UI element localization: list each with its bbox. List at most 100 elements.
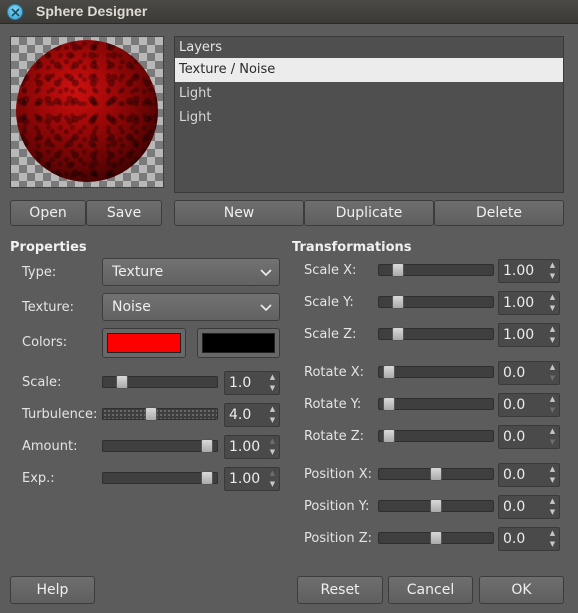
scale-slider[interactable] bbox=[102, 375, 218, 389]
arrow-down-icon[interactable]: ▼ bbox=[546, 271, 559, 282]
arrow-down-icon[interactable]: ▼ bbox=[546, 405, 559, 416]
arrow-down-icon[interactable]: ▼ bbox=[546, 475, 559, 486]
slider-thumb[interactable] bbox=[430, 531, 442, 545]
arrow-up-icon[interactable]: ▲ bbox=[546, 464, 559, 475]
slider-thumb[interactable] bbox=[392, 295, 405, 309]
arrow-down-icon[interactable]: ▼ bbox=[266, 479, 279, 490]
amount-spinbox[interactable]: 1.00 ▲ ▼ bbox=[224, 435, 280, 459]
open-button[interactable]: Open bbox=[10, 200, 86, 226]
rotate-x-label: Rotate X: bbox=[304, 365, 364, 380]
arrow-up-icon[interactable]: ▲ bbox=[546, 362, 559, 373]
arrow-up-icon[interactable]: ▲ bbox=[546, 496, 559, 507]
turbulence-spinbox[interactable]: 4.0 ▲ ▼ bbox=[224, 403, 280, 427]
position-x-slider[interactable] bbox=[378, 467, 494, 481]
arrow-up-icon[interactable]: ▲ bbox=[546, 260, 559, 271]
position-z-spinbox[interactable]: 0.0 ▲ ▼ bbox=[498, 527, 560, 551]
rotate-y-spinbox[interactable]: 0.0 ▲ ▼ bbox=[498, 393, 560, 417]
rotate-z-spinbox[interactable]: 0.0 ▲ ▼ bbox=[498, 425, 560, 449]
rotate-z-label: Rotate Z: bbox=[304, 429, 364, 444]
scale-x-value: 1.00 bbox=[503, 263, 535, 279]
position-z-slider[interactable] bbox=[378, 531, 494, 545]
slider-thumb[interactable] bbox=[392, 327, 405, 341]
save-button[interactable]: Save bbox=[86, 200, 162, 226]
scale-z-label: Scale Z: bbox=[304, 327, 357, 342]
arrow-up-icon[interactable]: ▲ bbox=[266, 372, 279, 383]
slider-thumb[interactable] bbox=[383, 429, 395, 443]
color1-button[interactable] bbox=[102, 328, 186, 358]
exp-slider[interactable] bbox=[102, 471, 218, 485]
position-y-slider[interactable] bbox=[378, 499, 494, 513]
slider-thumb[interactable] bbox=[430, 499, 442, 513]
scale-label: Scale: bbox=[22, 375, 62, 390]
colors-label: Colors: bbox=[22, 335, 68, 350]
texture-value: Noise bbox=[112, 299, 151, 315]
scale-x-slider[interactable] bbox=[378, 263, 494, 277]
ok-button[interactable]: OK bbox=[479, 576, 564, 604]
arrow-up-icon[interactable]: ▲ bbox=[546, 528, 559, 539]
arrow-down-icon[interactable]: ▼ bbox=[546, 335, 559, 346]
delete-button[interactable]: Delete bbox=[434, 200, 564, 226]
color2-swatch bbox=[202, 333, 275, 353]
layer-item[interactable]: Light bbox=[175, 82, 563, 106]
slider-thumb[interactable] bbox=[383, 397, 395, 411]
arrow-up-icon[interactable]: ▲ bbox=[546, 394, 559, 405]
arrow-up-icon[interactable]: ▲ bbox=[546, 324, 559, 335]
position-y-spinbox[interactable]: 0.0 ▲ ▼ bbox=[498, 495, 560, 519]
chevron-down-icon bbox=[260, 304, 272, 312]
cancel-button[interactable]: Cancel bbox=[388, 576, 473, 604]
scale-y-value: 1.00 bbox=[503, 295, 535, 311]
scale-z-spinbox[interactable]: 1.00 ▲ ▼ bbox=[498, 323, 560, 347]
scale-z-slider[interactable] bbox=[378, 327, 494, 341]
arrow-down-icon[interactable]: ▼ bbox=[266, 415, 279, 426]
rotate-y-slider[interactable] bbox=[378, 397, 494, 411]
exp-value: 1.00 bbox=[229, 471, 261, 487]
slider-thumb[interactable] bbox=[201, 471, 213, 485]
duplicate-button[interactable]: Duplicate bbox=[304, 200, 434, 226]
layers-list: Layers Texture / Noise Light Light bbox=[174, 36, 564, 193]
scale-y-slider[interactable] bbox=[378, 295, 494, 309]
scale-x-spinbox[interactable]: 1.00 ▲ ▼ bbox=[498, 259, 560, 283]
exp-label: Exp.: bbox=[22, 471, 55, 486]
scale-y-spinbox[interactable]: 1.00 ▲ ▼ bbox=[498, 291, 560, 315]
layer-item[interactable]: Light bbox=[175, 106, 563, 130]
arrow-up-icon[interactable]: ▲ bbox=[546, 426, 559, 437]
rotate-x-slider[interactable] bbox=[378, 365, 494, 379]
turbulence-slider[interactable] bbox=[102, 407, 218, 421]
slider-thumb[interactable] bbox=[201, 439, 213, 453]
slider-thumb[interactable] bbox=[392, 263, 405, 277]
arrow-down-icon[interactable]: ▼ bbox=[546, 437, 559, 448]
help-button[interactable]: Help bbox=[10, 576, 95, 604]
rotate-z-slider[interactable] bbox=[378, 429, 494, 443]
rotate-x-spinbox[interactable]: 0.0 ▲ ▼ bbox=[498, 361, 560, 385]
exp-spinbox[interactable]: 1.00 ▲ ▼ bbox=[224, 467, 280, 491]
arrow-down-icon[interactable]: ▼ bbox=[546, 303, 559, 314]
rotate-y-label: Rotate Y: bbox=[304, 397, 362, 412]
arrow-down-icon[interactable]: ▼ bbox=[546, 507, 559, 518]
arrow-up-icon[interactable]: ▲ bbox=[266, 468, 279, 479]
close-icon[interactable] bbox=[7, 4, 23, 20]
slider-thumb[interactable] bbox=[430, 467, 442, 481]
layer-item[interactable]: Texture / Noise bbox=[175, 58, 563, 82]
color2-button[interactable] bbox=[197, 328, 280, 358]
arrow-up-icon[interactable]: ▲ bbox=[546, 292, 559, 303]
arrow-up-icon[interactable]: ▲ bbox=[266, 404, 279, 415]
position-x-spinbox[interactable]: 0.0 ▲ ▼ bbox=[498, 463, 560, 487]
scale-value: 1.0 bbox=[229, 375, 252, 391]
slider-thumb[interactable] bbox=[144, 407, 157, 421]
reset-button[interactable]: Reset bbox=[297, 576, 383, 604]
texture-label: Texture: bbox=[22, 300, 74, 315]
slider-thumb[interactable] bbox=[116, 375, 129, 389]
window-title: Sphere Designer bbox=[36, 3, 148, 19]
arrow-up-icon[interactable]: ▲ bbox=[266, 436, 279, 447]
arrow-down-icon[interactable]: ▼ bbox=[546, 373, 559, 384]
arrow-down-icon[interactable]: ▼ bbox=[266, 447, 279, 458]
amount-slider[interactable] bbox=[102, 439, 218, 453]
slider-thumb[interactable] bbox=[383, 365, 395, 379]
type-dropdown[interactable]: Texture bbox=[102, 258, 280, 286]
arrow-down-icon[interactable]: ▼ bbox=[546, 539, 559, 550]
arrow-down-icon[interactable]: ▼ bbox=[266, 383, 279, 394]
scale-spinbox[interactable]: 1.0 ▲ ▼ bbox=[224, 371, 280, 395]
new-button[interactable]: New bbox=[174, 200, 304, 226]
texture-dropdown[interactable]: Noise bbox=[102, 293, 280, 321]
amount-label: Amount: bbox=[22, 439, 78, 454]
